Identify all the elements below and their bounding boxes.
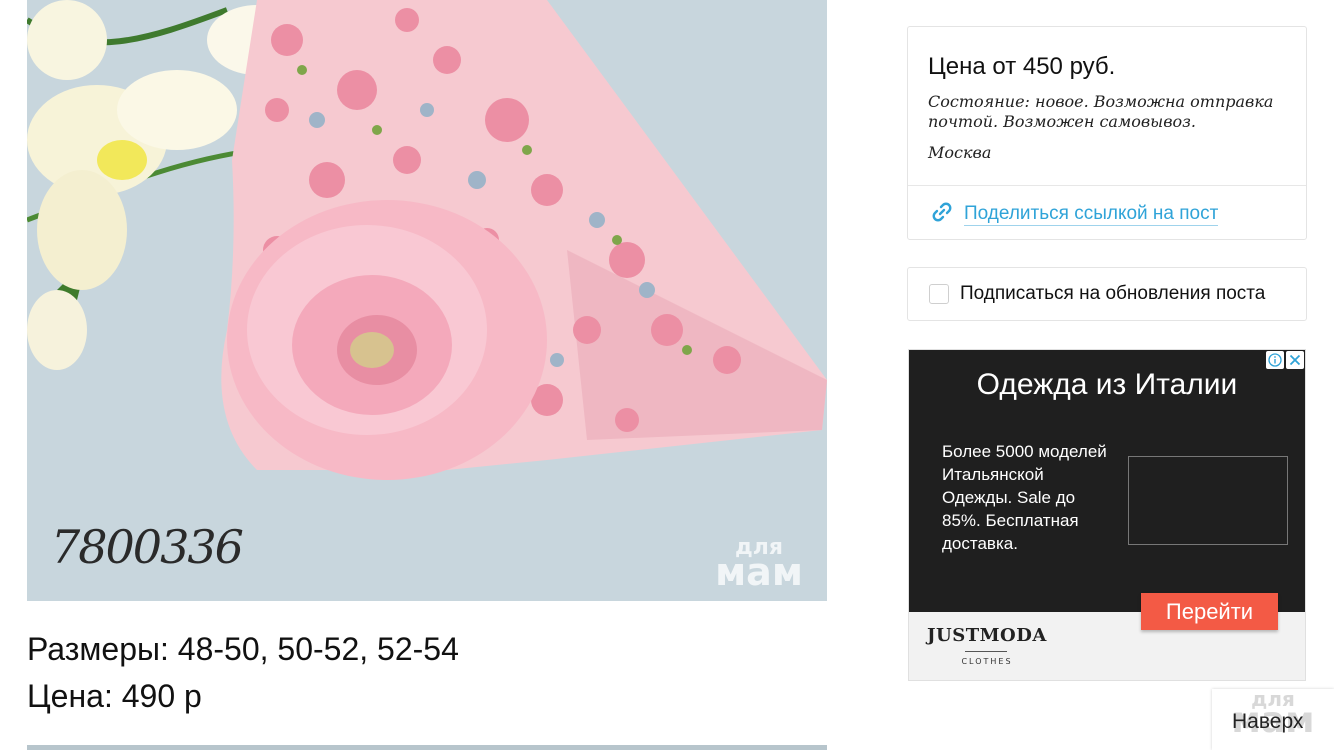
post-info-card: Цена от 450 руб. Состояние: новое. Возмо… <box>907 26 1307 240</box>
link-icon <box>932 202 952 227</box>
product-sizes: Размеры: 48-50, 50-52, 52-54 <box>27 631 459 667</box>
close-icon[interactable] <box>1286 351 1304 369</box>
share-link-label[interactable]: Поделиться ссылкой на пост <box>964 203 1219 226</box>
subscribe-box[interactable]: Подписаться на обновления поста <box>907 267 1307 321</box>
city: Москва <box>928 143 992 162</box>
subscribe-label[interactable]: Подписаться на обновления поста <box>960 283 1265 305</box>
advertisement[interactable]: Одежда из Италии Более 5000 моделей Итал… <box>908 349 1306 681</box>
ad-title[interactable]: Одежда из Италии <box>909 368 1305 402</box>
condition-text: Состояние: новое. Возможна отправка почт… <box>928 92 1274 131</box>
info-icon[interactable] <box>1266 351 1284 369</box>
subscribe-checkbox[interactable] <box>929 284 949 304</box>
back-to-top-label[interactable]: Наверх <box>1232 710 1303 734</box>
card-divider <box>908 185 1306 186</box>
product-code: 7800336 <box>51 520 244 574</box>
share-link-button[interactable]: Поделиться ссылкой на пост <box>932 202 1219 227</box>
photo-illustration <box>27 0 827 601</box>
watermark-logo: для мам <box>711 537 807 594</box>
price-from: Цена от 450 руб. <box>928 53 1116 80</box>
brand-name: JUSTMODA <box>927 625 1047 646</box>
brand-divider <box>965 651 1007 652</box>
brand-logo[interactable]: JUSTMODA CLOTHES <box>927 625 1047 666</box>
brand-sub: CLOTHES <box>961 657 1013 666</box>
product-price: Цена: 490 р <box>27 678 202 714</box>
ad-image[interactable] <box>1128 456 1288 545</box>
next-product-photo[interactable] <box>27 745 827 750</box>
ad-description[interactable]: Более 5000 моделей Итальянской Одежды. S… <box>942 440 1112 555</box>
product-photo[interactable]: 7800336 для мам <box>27 0 827 601</box>
ad-go-button[interactable]: Перейти <box>1141 593 1278 630</box>
back-to-top-button[interactable]: для мам Наверх <box>1212 689 1334 750</box>
watermark-bottom: мам <box>715 549 803 594</box>
